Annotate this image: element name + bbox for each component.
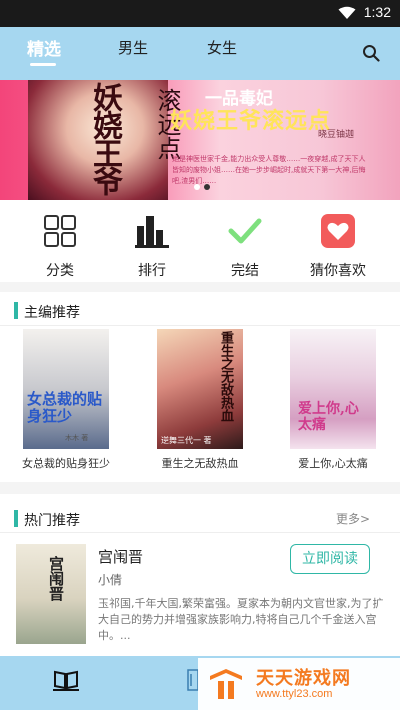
watermark-url: www.ttyl23.com <box>256 688 333 700</box>
banner-book-title: 妖娆王爷 <box>87 82 122 194</box>
book-title: 爱上你,心太痛 <box>298 457 368 470</box>
hot-book-item[interactable]: 宫闱晋 宫闱晋 小倩 玉祁国,千年大国,繁荣富强。夏家本为朝内文官世家,为了扩大… <box>0 540 400 656</box>
book-card[interactable]: 重生之无敌热血 逆舞三代一 著 重生之无敌热血 <box>145 329 255 471</box>
top-tab-bar: 精选 男生 女生 <box>0 27 400 80</box>
read-now-button[interactable]: 立即阅读 <box>290 544 370 574</box>
tab-female[interactable]: 女生 <box>207 37 237 58</box>
banner-subheadline: 妖娆王爷滚远点 <box>170 109 332 134</box>
editor-picks-section: 主编推荐 女总裁的贴身狂少 木木 著 女总裁的贴身狂少 重生之无敌热血 逆舞三代… <box>0 292 400 482</box>
ranking-bars-icon <box>135 216 169 248</box>
cover-author: 木木 著 <box>65 434 89 442</box>
nav-finished-label: 完结 <box>231 263 259 279</box>
checkmark-icon <box>228 218 262 244</box>
section-accent-bar <box>14 302 18 319</box>
tab-male[interactable]: 男生 <box>118 37 148 58</box>
bookshelf-icon[interactable] <box>52 668 80 692</box>
nav-ranking[interactable]: 排行 <box>112 214 192 280</box>
watermark-name: 天天游戏网 <box>256 668 351 689</box>
quick-nav: 分类 排行 完结 猜你喜欢 <box>0 200 400 282</box>
status-time: 1:32 <box>363 4 391 20</box>
book-title: 宫闱晋 <box>98 548 144 566</box>
cover-title: 女总裁的贴身狂少 <box>27 390 103 425</box>
book-cover: 重生之无敌热血 逆舞三代一 著 <box>157 329 243 449</box>
status-bar: 1:32 <box>0 0 400 27</box>
watermark: 天天游戏网 www.ttyl23.com <box>198 658 400 710</box>
promo-banner[interactable]: 妖娆王爷 滚远点 一品毒妃 妖娆王爷滚远点 晓豆铀迦 她是神医世家千金,能力出众… <box>0 80 400 200</box>
active-tab-indicator <box>30 63 56 66</box>
book-cover: 宫闱晋 <box>16 544 86 644</box>
wifi-icon <box>338 6 356 19</box>
book-card[interactable]: 女总裁的贴身狂少 木木 著 女总裁的贴身狂少 <box>11 329 121 471</box>
book-author: 小倩 <box>98 573 123 587</box>
divider <box>0 325 400 326</box>
grid-icon <box>44 215 76 247</box>
cover-title: 宫闱晋 <box>47 556 65 601</box>
banner-book-cover: 妖娆王爷 滚远点 <box>28 80 181 200</box>
book-title: 女总裁的贴身狂少 <box>22 457 110 470</box>
book-description: 玉祁国,千年大国,繁荣富强。夏家本为朝内文官世家,为了扩大自己的势力并增强家族影… <box>98 597 384 642</box>
editor-picks-title: 主编推荐 <box>24 305 80 321</box>
nav-finished[interactable]: 完结 <box>205 214 285 280</box>
nav-category-label: 分类 <box>46 263 74 279</box>
banner-description: 她是神医世家千金,能力出众受人尊敬……一夜穿越,成了天下人皆知的废物小姐……在她… <box>172 155 366 185</box>
search-icon[interactable] <box>362 44 380 62</box>
nav-category[interactable]: 分类 <box>20 214 100 280</box>
more-link[interactable]: 更多> <box>336 510 370 527</box>
banner-author: 晓豆铀迦 <box>318 130 355 140</box>
section-accent-bar <box>14 510 18 527</box>
book-card[interactable]: 爱上你,心太痛 爱上你,心太痛 <box>278 329 388 471</box>
hot-picks-title: 热门推荐 <box>24 513 80 529</box>
cover-title: 爱上你,心太痛 <box>298 401 359 433</box>
pager-dot-active[interactable] <box>204 184 210 190</box>
tab-featured[interactable]: 精选 <box>27 35 61 60</box>
nav-guess-you-like[interactable]: 猜你喜欢 <box>298 214 378 280</box>
cover-author: 逆舞三代一 著 <box>161 436 212 445</box>
pager-dot[interactable] <box>194 184 200 190</box>
book-cover: 爱上你,心太痛 <box>290 329 376 449</box>
divider <box>0 532 400 533</box>
watermark-logo-icon <box>210 669 242 699</box>
heart-icon <box>321 214 355 248</box>
book-cover: 女总裁的贴身狂少 木木 著 <box>23 329 109 449</box>
book-title: 重生之无敌热血 <box>161 457 239 470</box>
nav-ranking-label: 排行 <box>138 263 166 279</box>
cover-title: 重生之无敌热血 <box>218 331 233 422</box>
nav-guess-label: 猜你喜欢 <box>310 263 366 279</box>
